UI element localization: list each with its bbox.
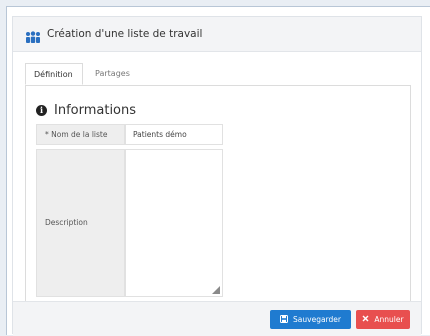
- create-worklist-dialog: Création d'une liste de travail Définiti…: [12, 16, 422, 336]
- save-button[interactable]: Sauvegarder: [270, 310, 351, 329]
- tab-definition[interactable]: Définition: [25, 63, 83, 85]
- name-field[interactable]: Patients démo: [125, 124, 223, 145]
- cancel-button-label: Annuler: [374, 315, 404, 324]
- users-icon: [25, 28, 41, 43]
- info-icon: i: [36, 105, 47, 116]
- section-title: Informations: [54, 103, 137, 118]
- tab-bar: Définition Partages: [25, 63, 411, 86]
- description-field[interactable]: [125, 149, 223, 297]
- save-icon: [280, 314, 289, 325]
- description-field-label: Description: [36, 149, 125, 297]
- cancel-button[interactable]: Annuler: [356, 310, 410, 329]
- name-field-label: * Nom de la liste: [36, 124, 125, 145]
- definition-panel: i Informations * Nom de la liste Patient…: [25, 85, 411, 307]
- dialog-header: Création d'une liste de travail: [13, 17, 421, 52]
- tab-partages[interactable]: Partages: [87, 63, 138, 84]
- close-icon: [362, 315, 369, 324]
- dialog-footer: Sauvegarder Annuler: [13, 301, 421, 336]
- section-header: i Informations: [36, 103, 136, 118]
- dialog-title: Création d'une liste de travail: [47, 28, 203, 40]
- resize-handle-icon[interactable]: [212, 286, 220, 294]
- save-button-label: Sauvegarder: [293, 315, 341, 324]
